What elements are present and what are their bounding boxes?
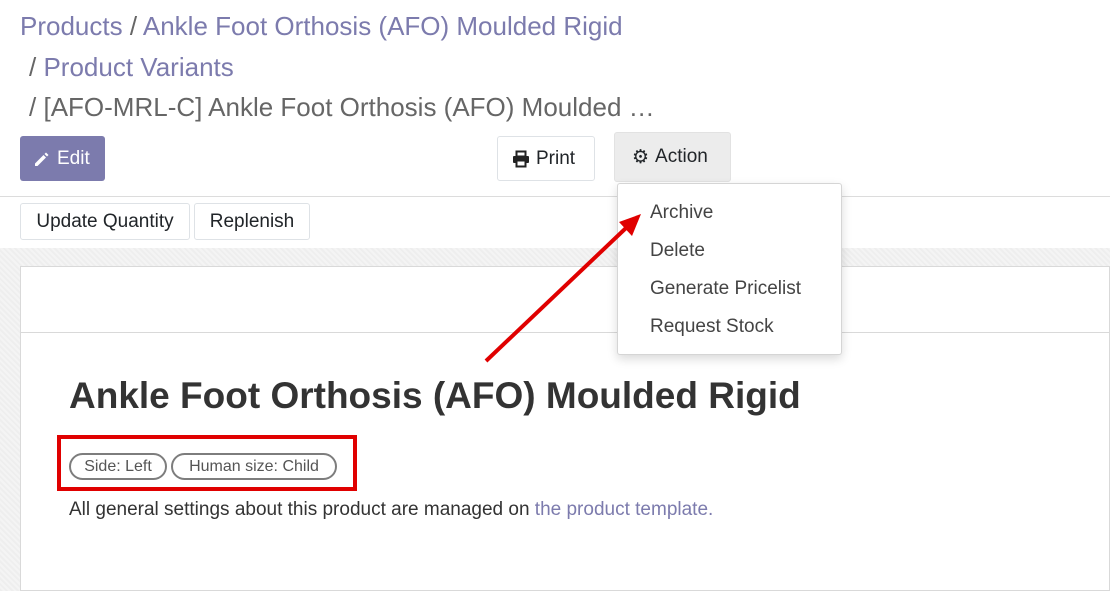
form-sheet: [20, 266, 1110, 591]
breadcrumb-separator: /: [129, 11, 138, 41]
breadcrumb-separator: /: [29, 52, 37, 82]
info-text-label: All general settings about this product …: [69, 499, 535, 520]
replenish-button[interactable]: Replenish: [194, 203, 310, 240]
breadcrumb: Products / Ankle Foot Orthosis (AFO) Mou…: [20, 11, 623, 41]
menu-item-archive[interactable]: Archive: [650, 202, 713, 224]
breadcrumb-variants-link[interactable]: Product Variants: [43, 52, 233, 82]
menu-item-request-stock[interactable]: Request Stock: [650, 316, 774, 338]
action-button[interactable]: ⚙ Action: [614, 132, 731, 182]
breadcrumb-current: [AFO-MRL-C] Ankle Foot Orthosis (AFO) Mo…: [43, 92, 655, 122]
menu-item-generate-pricelist[interactable]: Generate Pricelist: [650, 278, 801, 300]
attribute-tag-side: Side: Left: [69, 453, 167, 480]
breadcrumb-line-3: / [AFO-MRL-C] Ankle Foot Orthosis (AFO) …: [29, 92, 655, 122]
edit-button[interactable]: Edit: [20, 136, 105, 181]
update-quantity-button[interactable]: Update Quantity: [20, 203, 190, 240]
info-text: All general settings about this product …: [69, 499, 713, 521]
gear-icon: ⚙: [632, 146, 650, 168]
breadcrumb-line-2: / Product Variants: [29, 52, 234, 82]
breadcrumb-products-link[interactable]: Products: [20, 11, 123, 41]
print-button-label: Print: [536, 147, 576, 169]
menu-item-delete[interactable]: Delete: [650, 240, 705, 262]
product-template-link[interactable]: the product template.: [535, 499, 714, 520]
product-title: Ankle Foot Orthosis (AFO) Moulded Rigid: [69, 375, 801, 416]
edit-button-label: Edit: [57, 147, 90, 169]
breadcrumb-product-link[interactable]: Ankle Foot Orthosis (AFO) Moulded Rigid: [143, 11, 623, 41]
attribute-tag-human-size: Human size: Child: [171, 453, 337, 480]
print-button[interactable]: Print: [497, 136, 595, 181]
action-dropdown-menu: Archive Delete Generate Pricelist Reques…: [617, 183, 842, 355]
breadcrumb-separator: /: [29, 92, 37, 122]
form-sheet-header: [21, 267, 1109, 333]
printer-icon: [513, 150, 529, 167]
action-button-label: Action: [655, 146, 708, 167]
divider: [0, 196, 1110, 197]
pencil-icon: [35, 152, 49, 166]
